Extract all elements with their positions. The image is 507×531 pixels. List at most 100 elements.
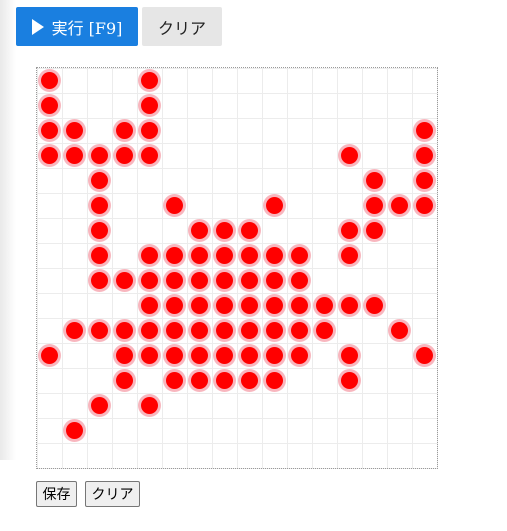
grid-dot[interactable]: [266, 272, 283, 289]
grid-dot[interactable]: [91, 222, 108, 239]
grid-dot[interactable]: [166, 272, 183, 289]
grid-dot[interactable]: [216, 322, 233, 339]
grid-dot[interactable]: [166, 247, 183, 264]
grid-dot[interactable]: [316, 322, 333, 339]
grid-dot[interactable]: [141, 97, 158, 114]
grid-dot[interactable]: [266, 247, 283, 264]
grid-dot[interactable]: [241, 372, 258, 389]
grid-dot[interactable]: [341, 297, 358, 314]
grid-dot[interactable]: [266, 372, 283, 389]
grid-dot[interactable]: [341, 147, 358, 164]
grid-dot[interactable]: [91, 272, 108, 289]
grid-dot[interactable]: [216, 297, 233, 314]
grid-dot[interactable]: [141, 347, 158, 364]
grid-dot[interactable]: [241, 247, 258, 264]
grid-dot[interactable]: [266, 347, 283, 364]
grid-dot[interactable]: [191, 272, 208, 289]
grid-dot[interactable]: [241, 222, 258, 239]
grid-dot[interactable]: [141, 72, 158, 89]
grid-dot[interactable]: [66, 322, 83, 339]
grid-dot[interactable]: [341, 222, 358, 239]
grid-dot[interactable]: [41, 122, 58, 139]
grid-dot[interactable]: [141, 322, 158, 339]
grid-dot[interactable]: [416, 197, 433, 214]
grid-dot[interactable]: [91, 197, 108, 214]
grid-dot[interactable]: [416, 347, 433, 364]
grid-dot[interactable]: [216, 222, 233, 239]
grid-dot[interactable]: [41, 147, 58, 164]
grid-dot[interactable]: [41, 347, 58, 364]
clear-button[interactable]: クリア: [142, 7, 222, 46]
grid-dot[interactable]: [341, 247, 358, 264]
grid-dot[interactable]: [191, 372, 208, 389]
grid-dot[interactable]: [91, 247, 108, 264]
save-button[interactable]: 保存: [36, 481, 77, 507]
grid-dot[interactable]: [91, 172, 108, 189]
grid-dot[interactable]: [216, 247, 233, 264]
grid-dot[interactable]: [416, 122, 433, 139]
grid-dot[interactable]: [116, 347, 133, 364]
grid-dot[interactable]: [91, 397, 108, 414]
clear-grid-button[interactable]: クリア: [85, 481, 140, 507]
grid-dot[interactable]: [341, 347, 358, 364]
grid-dot[interactable]: [41, 97, 58, 114]
grid-dot[interactable]: [366, 297, 383, 314]
grid-dot[interactable]: [166, 347, 183, 364]
grid-dot[interactable]: [191, 347, 208, 364]
grid-dot[interactable]: [291, 272, 308, 289]
grid-dot[interactable]: [291, 322, 308, 339]
grid-dot[interactable]: [216, 347, 233, 364]
grid-dot[interactable]: [116, 322, 133, 339]
grid-dot[interactable]: [66, 422, 83, 439]
run-button[interactable]: 実行 [F9]: [16, 7, 138, 46]
grid-dot[interactable]: [41, 72, 58, 89]
grid-dot[interactable]: [91, 322, 108, 339]
grid-dot[interactable]: [141, 147, 158, 164]
grid-dot[interactable]: [191, 322, 208, 339]
grid-dot[interactable]: [216, 372, 233, 389]
grid-dot[interactable]: [141, 397, 158, 414]
left-edge-shadow: [0, 0, 16, 460]
grid-dot[interactable]: [141, 272, 158, 289]
grid-dot[interactable]: [191, 297, 208, 314]
grid-dot[interactable]: [241, 322, 258, 339]
grid-dot[interactable]: [291, 347, 308, 364]
grid-dot[interactable]: [241, 347, 258, 364]
play-icon: [31, 18, 44, 35]
grid-dot[interactable]: [391, 322, 408, 339]
grid-dot[interactable]: [116, 372, 133, 389]
grid-dot[interactable]: [191, 222, 208, 239]
grid-dot[interactable]: [191, 247, 208, 264]
grid-dot[interactable]: [366, 197, 383, 214]
grid-dot[interactable]: [341, 372, 358, 389]
grid-dot[interactable]: [216, 272, 233, 289]
grid-dot[interactable]: [116, 272, 133, 289]
grid-dot[interactable]: [266, 322, 283, 339]
grid-dot[interactable]: [166, 197, 183, 214]
grid-dot[interactable]: [316, 297, 333, 314]
grid-dot[interactable]: [141, 297, 158, 314]
grid-dot[interactable]: [66, 122, 83, 139]
dot-grid-canvas[interactable]: [36, 67, 438, 469]
grid-dot[interactable]: [141, 122, 158, 139]
grid-dot[interactable]: [166, 322, 183, 339]
grid-dot[interactable]: [241, 272, 258, 289]
grid-dot[interactable]: [416, 172, 433, 189]
grid-dot[interactable]: [416, 147, 433, 164]
grid-dot[interactable]: [366, 222, 383, 239]
grid-dot[interactable]: [166, 372, 183, 389]
grid-dot[interactable]: [116, 122, 133, 139]
grid-dot[interactable]: [91, 147, 108, 164]
run-button-label: 実行 [F9]: [51, 18, 123, 38]
grid-dot[interactable]: [291, 297, 308, 314]
grid-dot[interactable]: [366, 172, 383, 189]
grid-dot[interactable]: [116, 147, 133, 164]
grid-dot[interactable]: [291, 247, 308, 264]
grid-dot[interactable]: [166, 297, 183, 314]
grid-dot[interactable]: [241, 297, 258, 314]
grid-dot[interactable]: [391, 197, 408, 214]
grid-dot[interactable]: [66, 147, 83, 164]
grid-dot[interactable]: [141, 247, 158, 264]
grid-dot[interactable]: [266, 297, 283, 314]
grid-dot[interactable]: [266, 197, 283, 214]
